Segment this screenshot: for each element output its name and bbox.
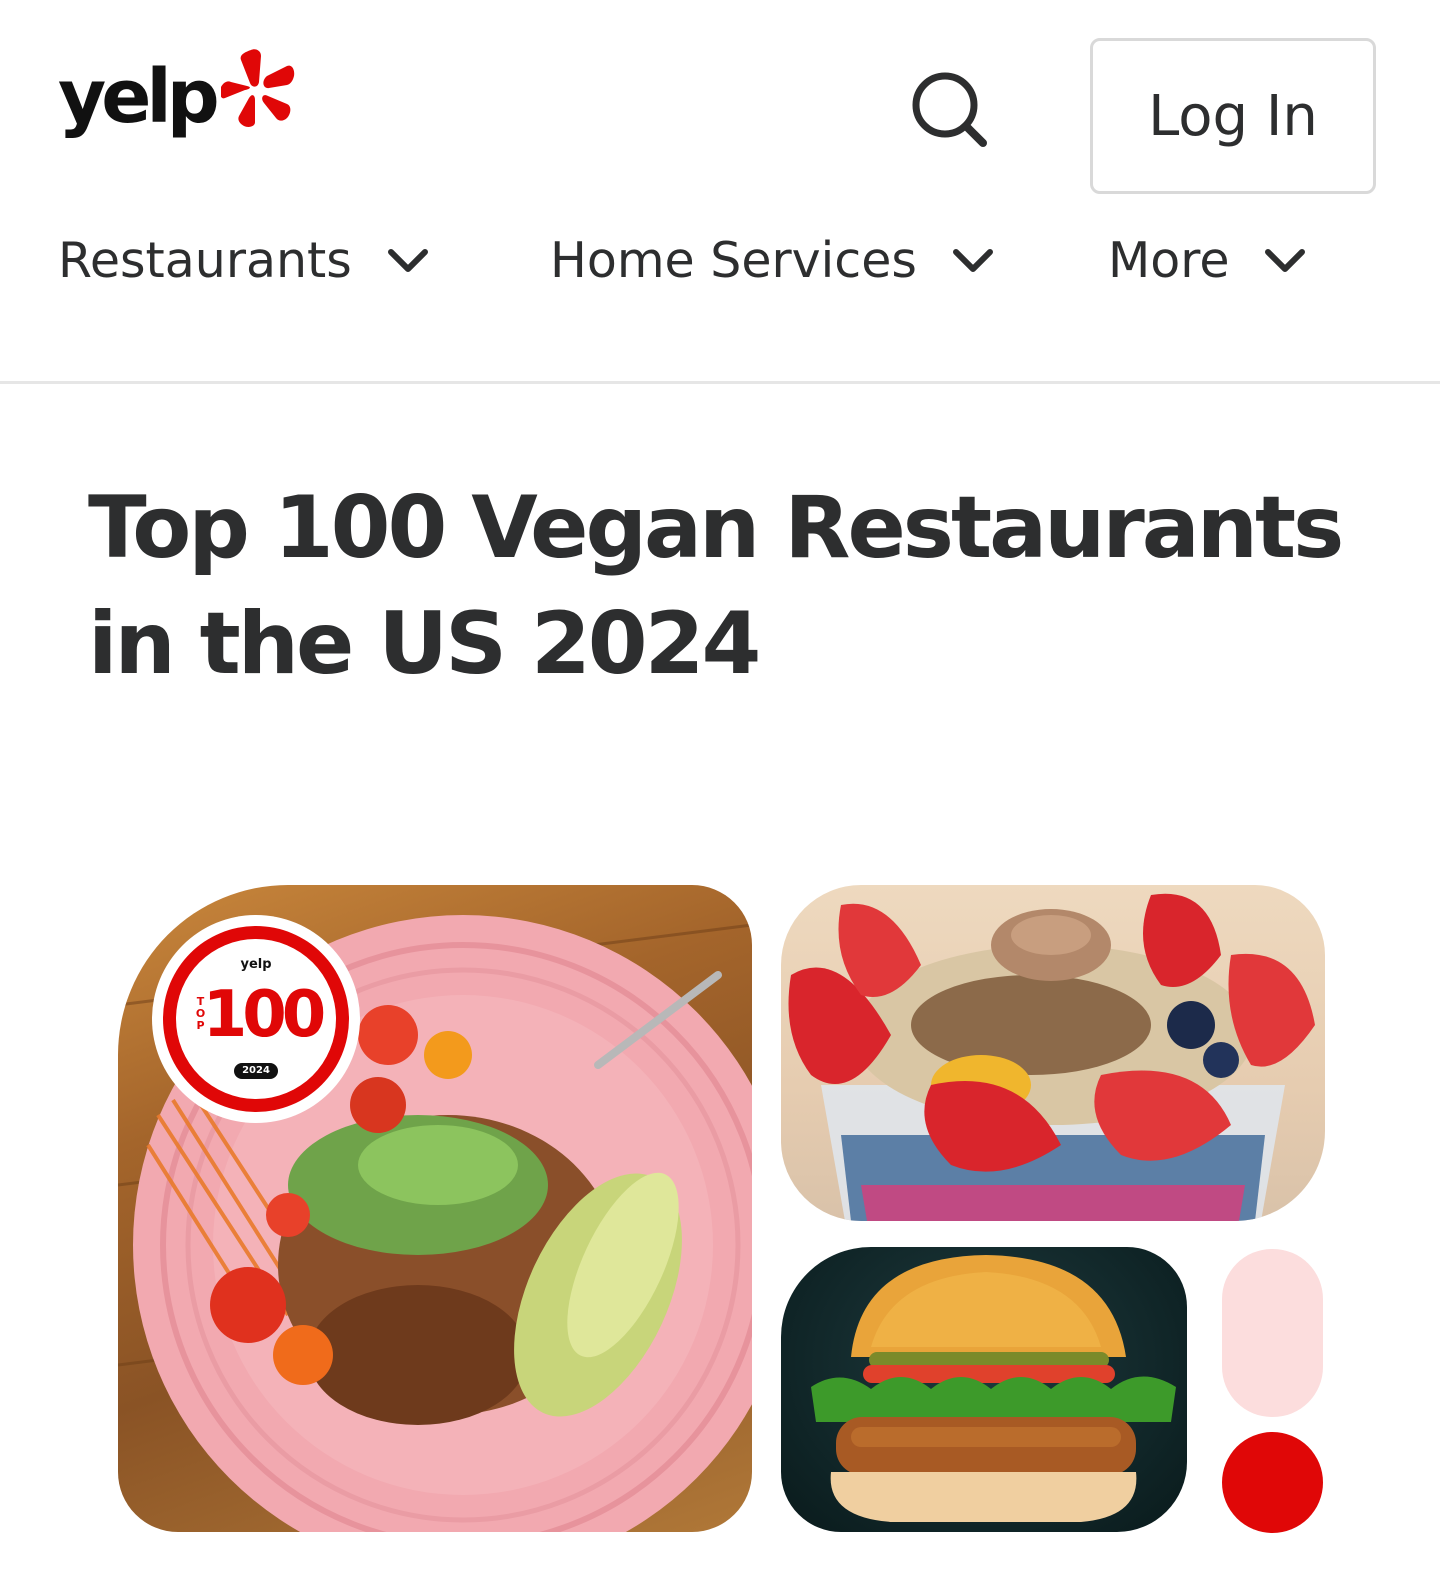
search-button[interactable] bbox=[910, 70, 990, 150]
logo-wordmark: yelp bbox=[58, 54, 220, 140]
nav-item-home-services[interactable]: Home Services bbox=[550, 232, 995, 289]
acai-bowl-image bbox=[781, 885, 1325, 1221]
login-button[interactable]: Log In bbox=[1090, 38, 1376, 194]
acai-bowl-illustration bbox=[788, 893, 1315, 1221]
badge-number: 100 bbox=[202, 978, 327, 1052]
search-icon bbox=[912, 72, 987, 147]
yelp-logo[interactable]: yelp bbox=[58, 49, 295, 140]
nav-item-more[interactable]: More bbox=[1108, 232, 1307, 289]
burger-illustration bbox=[811, 1255, 1176, 1522]
title-line-1: Top 100 Vegan Restaurants bbox=[88, 478, 1344, 578]
nav-item-label: More bbox=[1108, 232, 1230, 289]
chevron-down-icon bbox=[386, 246, 430, 276]
nav-item-restaurants[interactable]: Restaurants bbox=[58, 232, 430, 289]
nav-item-label: Restaurants bbox=[58, 232, 352, 289]
badge-year: 2024 bbox=[234, 1063, 278, 1079]
vegan-burger-image bbox=[781, 1247, 1187, 1532]
header-divider bbox=[0, 381, 1440, 384]
salad-plate-image: yelp TOP 100 2024 bbox=[118, 885, 752, 1532]
category-nav: Restaurants Home Services More bbox=[0, 232, 1440, 302]
page-title: Top 100 Vegan Restaurants in the US 2024 bbox=[88, 470, 1388, 702]
site-header: yelp Log In Restaurants Home Services Mo… bbox=[0, 0, 1440, 384]
chevron-down-icon bbox=[1263, 246, 1307, 276]
chevron-down-icon bbox=[951, 246, 995, 276]
badge-brand: yelp bbox=[240, 957, 272, 972]
decorative-red-dot bbox=[1222, 1432, 1323, 1533]
top-100-badge: yelp TOP 100 2024 bbox=[152, 915, 360, 1123]
decorative-pink-pill bbox=[1222, 1249, 1323, 1417]
yelp-burst-icon bbox=[219, 48, 295, 132]
nav-item-label: Home Services bbox=[550, 232, 917, 289]
title-line-2: in the US 2024 bbox=[88, 594, 761, 694]
